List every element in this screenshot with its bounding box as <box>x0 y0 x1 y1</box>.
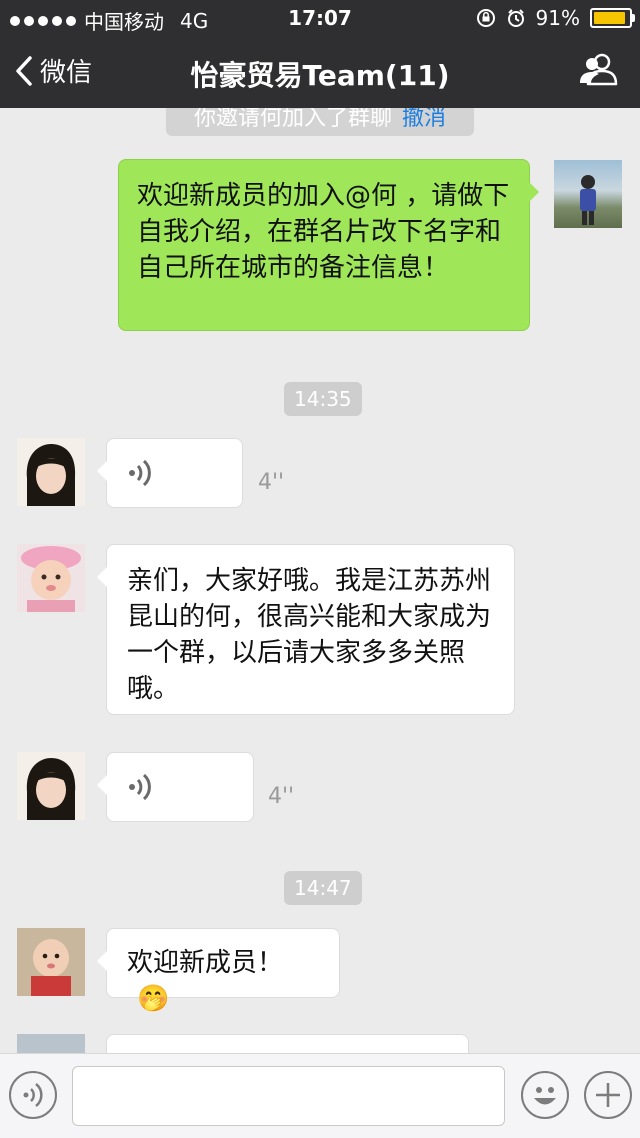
system-notice: 你邀请何加入了群聊 撤消 <box>166 108 474 136</box>
nav-bar: 微信 怡豪贸易Team(11) <box>0 36 640 108</box>
timestamp: 14:47 <box>284 871 362 905</box>
battery-icon <box>590 8 635 28</box>
message-bubble-sent[interactable]: 欢迎新成员的加入@何 ，请做下自我介绍，在群名片改下名字和自己所在城市的备注信息… <box>118 159 539 331</box>
group-members-icon[interactable] <box>578 50 618 90</box>
message-text: 欢迎新成员！ <box>127 948 284 978</box>
system-notice-text: 你邀请何加入了群聊 <box>193 108 392 131</box>
battery-percent: 91% <box>535 6 580 30</box>
timestamp: 14:35 <box>284 382 362 416</box>
voice-message[interactable] <box>97 438 243 508</box>
message-text: 欢迎新成员的加入@何 ，请做下自我介绍，在群名片改下名字和自己所在城市的备注信息… <box>137 181 510 283</box>
message-bubble-received[interactable]: 欢迎新成员！ 🤭 <box>97 928 340 1014</box>
sender-avatar[interactable] <box>17 928 85 996</box>
voice-message[interactable] <box>97 752 254 822</box>
top-bar: 中国移动 4G 17:07 91% 微信 怡豪贸易Team(11) <box>0 0 640 108</box>
plus-icon <box>596 1083 620 1107</box>
my-avatar[interactable] <box>554 160 622 228</box>
voice-duration: 4'' <box>268 784 295 809</box>
sender-avatar[interactable] <box>17 438 85 506</box>
chat-area[interactable]: 你邀请何加入了群聊 撤消 欢迎新成员的加入@何 ，请做下自我介绍，在群名片改下名字… <box>0 108 640 1053</box>
smiley-icon <box>534 1087 556 1105</box>
message-input[interactable] <box>72 1066 505 1126</box>
orientation-lock-icon <box>476 9 495 27</box>
message-text: 亲们，大家好哦。我是江苏苏州昆山的何，很高兴能和大家成为一个群，以后请大家多多关… <box>127 566 492 704</box>
message-bubble-received[interactable]: 亲们，大家好哦。我是江苏苏州昆山的何，很高兴能和大家成为一个群，以后请大家多多关… <box>97 544 515 715</box>
chat-title: 怡豪贸易Team(11) <box>190 59 450 92</box>
message-bubble-received[interactable] <box>106 1034 469 1053</box>
status-bar: 中国移动 4G 17:07 91% <box>0 0 640 36</box>
undo-link[interactable]: 撤消 <box>402 108 446 131</box>
voice-duration: 4'' <box>258 470 285 495</box>
voice-wave-icon <box>129 773 151 801</box>
input-bar <box>0 1053 640 1138</box>
voice-icon <box>23 1083 43 1107</box>
voice-input-button[interactable] <box>9 1071 57 1119</box>
sender-avatar[interactable] <box>17 544 85 612</box>
emoji-button[interactable] <box>521 1071 569 1119</box>
alarm-icon <box>507 9 524 27</box>
sender-avatar[interactable] <box>17 752 85 820</box>
sender-avatar[interactable] <box>17 1034 85 1053</box>
more-button[interactable] <box>584 1071 632 1119</box>
voice-wave-icon <box>129 459 151 487</box>
emoji-icon: 🤭 <box>137 984 170 1014</box>
